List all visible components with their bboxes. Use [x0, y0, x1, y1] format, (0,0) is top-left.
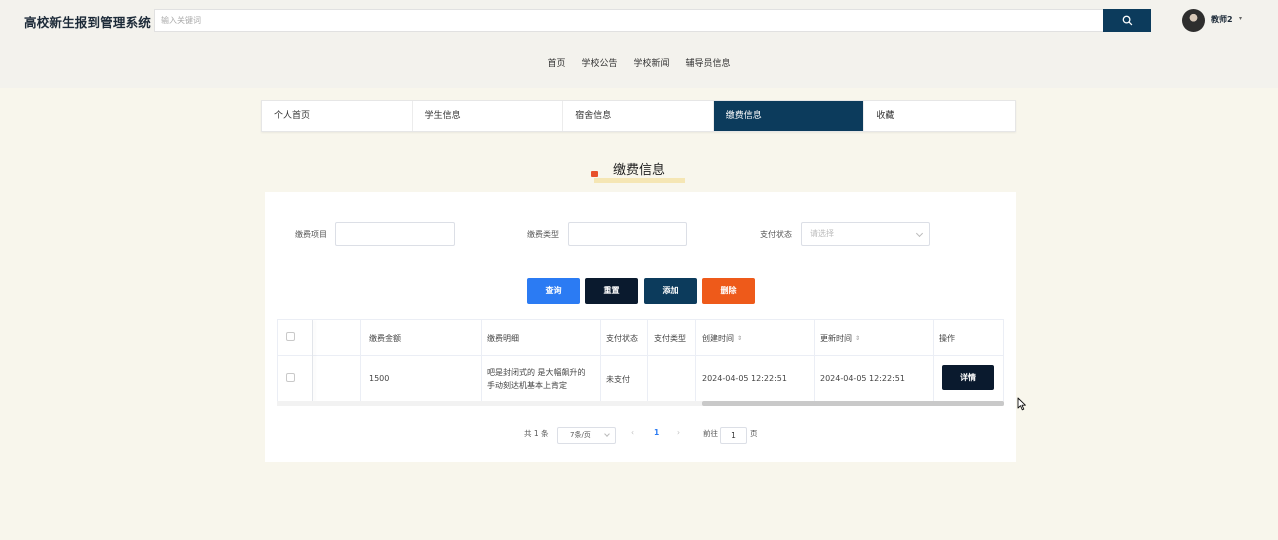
select-all-checkbox[interactable]: [286, 332, 295, 341]
page-title: 缴费信息: [612, 163, 665, 178]
page-size-select[interactable]: 7条/页: [557, 427, 616, 444]
header-pay-type: 支付类型: [654, 334, 686, 343]
nav-item-news[interactable]: 学校新闻: [633, 56, 671, 69]
pay-status-placeholder: 请选择: [810, 229, 834, 238]
payment-type-input[interactable]: [568, 222, 687, 246]
tab-profile[interactable]: 个人首页: [262, 101, 413, 131]
chevron-down-icon: [604, 431, 610, 437]
search-placeholder: 输入关键词: [161, 16, 201, 25]
header-bar: 高校新生报到管理系统 输入关键词 教师2 ▾ 首页 学校公告 学校新闻 辅导员信…: [0, 0, 1278, 88]
search-button[interactable]: [1103, 9, 1151, 32]
reset-button[interactable]: 重置: [585, 278, 638, 304]
column-divider: [312, 320, 313, 402]
scrollbar-thumb[interactable]: [702, 401, 1004, 406]
title-underline: [594, 178, 685, 183]
payment-table: 缴费金额 缴费明细 支付状态 支付类型 创建时间 ⇕ 更新时间 ⇕ 操作 1500 …: [277, 319, 1004, 403]
row-pay-status: 未支付: [606, 375, 630, 384]
chevron-down-icon: [915, 229, 924, 238]
add-button[interactable]: 添加: [644, 278, 697, 304]
page-number-current[interactable]: 1: [654, 428, 659, 437]
column-divider: [933, 320, 934, 402]
row-amount: 1500: [369, 374, 390, 383]
header-amount: 缴费金额: [369, 334, 401, 343]
tab-payment-info[interactable]: 缴费信息: [713, 101, 865, 131]
center-tabs: 个人首页 学生信息 宿舍信息 缴费信息 收藏: [261, 100, 1016, 132]
row-updated: 2024-04-05 12:22:51: [820, 374, 905, 383]
header-updated[interactable]: 更新时间 ⇕: [820, 333, 860, 344]
main-nav: 首页 学校公告 学校新闻 辅导员信息: [0, 56, 1278, 69]
search-input[interactable]: 输入关键词: [154, 9, 1104, 32]
next-page-button[interactable]: ›: [677, 428, 680, 437]
column-divider: [600, 320, 601, 402]
delete-button[interactable]: 删除: [702, 278, 755, 304]
query-button[interactable]: 查询: [527, 278, 580, 304]
row-desc-line1: 吧是封闭式的 是大幅飙升的: [487, 368, 586, 377]
avatar[interactable]: [1182, 9, 1205, 32]
row-created: 2024-04-05 12:22:51: [702, 374, 787, 383]
sort-icon[interactable]: ⇕: [737, 335, 742, 342]
chevron-down-icon[interactable]: ▾: [1239, 15, 1242, 22]
filter-type-label: 缴费类型: [527, 230, 559, 239]
filter-item-label: 缴费项目: [295, 230, 327, 239]
header-updated-label: 更新时间: [820, 334, 852, 343]
search-icon: [1122, 15, 1132, 26]
row-desc: 吧是封闭式的 是大幅飙升的 手动刻达机基本上肯定: [487, 366, 599, 392]
nav-item-announcements[interactable]: 学校公告: [580, 56, 618, 69]
column-divider: [647, 320, 648, 402]
tab-dorm-info[interactable]: 宿舍信息: [563, 101, 714, 131]
pay-status-select[interactable]: 请选择: [801, 222, 930, 246]
nav-item-home[interactable]: 首页: [546, 56, 566, 69]
header-created-label: 创建时间: [702, 334, 734, 343]
goto-page-input[interactable]: 1: [720, 427, 747, 444]
user-name[interactable]: 教师2: [1211, 14, 1233, 25]
page-suffix: 页: [750, 429, 758, 438]
table-scrollbar[interactable]: [277, 401, 1004, 406]
goto-label: 前往: [703, 429, 718, 438]
nav-item-counselors[interactable]: 辅导员信息: [685, 56, 732, 69]
sort-icon[interactable]: ⇕: [855, 335, 860, 342]
header-created[interactable]: 创建时间 ⇕: [702, 333, 742, 344]
tab-student-info[interactable]: 学生信息: [413, 101, 564, 131]
detail-button[interactable]: 详情: [942, 365, 994, 390]
filter-status-label: 支付状态: [760, 230, 792, 239]
tab-favorites[interactable]: 收藏: [864, 101, 1015, 131]
payment-item-input[interactable]: [335, 222, 455, 246]
site-title: 高校新生报到管理系统: [24, 15, 152, 30]
prev-page-button[interactable]: ‹: [631, 428, 634, 437]
pagination-total: 共 1 条: [524, 429, 549, 438]
column-divider: [814, 320, 815, 402]
column-divider: [695, 320, 696, 402]
header-action: 操作: [939, 334, 955, 343]
header-desc: 缴费明细: [487, 334, 519, 343]
row-desc-line2: 手动刻达机基本上肯定: [487, 381, 567, 390]
column-divider: [481, 320, 482, 402]
header-pay-status: 支付状态: [606, 334, 638, 343]
row-checkbox[interactable]: [286, 373, 295, 382]
page-size-value: 7条/页: [570, 431, 591, 439]
header-divider: [278, 355, 1003, 356]
mouse-pointer-icon: [1017, 397, 1026, 411]
column-divider: [360, 320, 361, 402]
